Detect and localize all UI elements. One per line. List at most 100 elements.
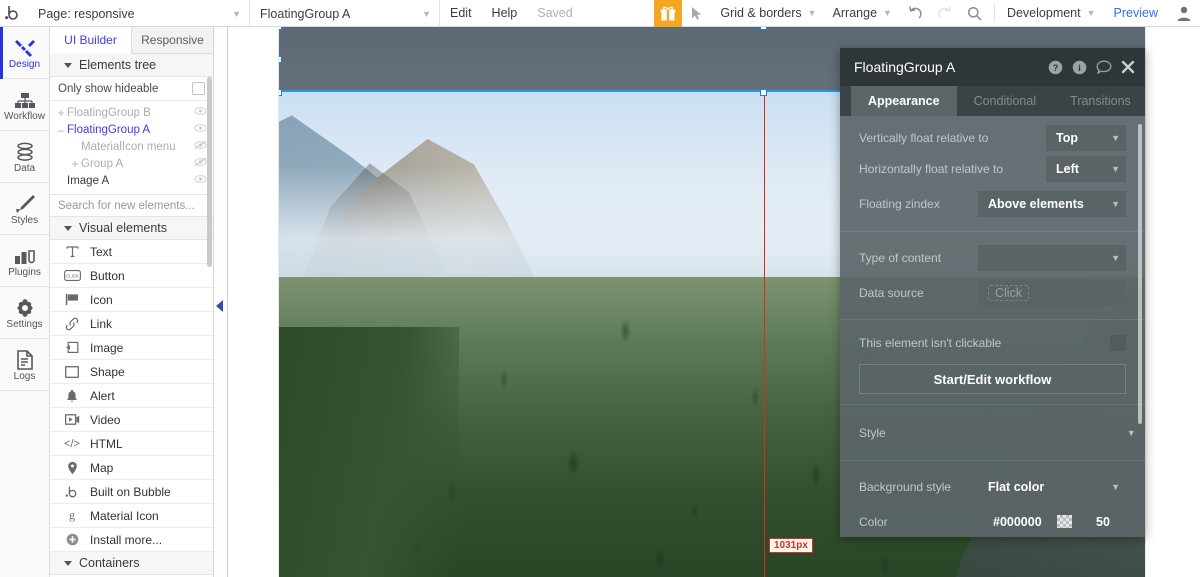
divider [840, 319, 1145, 320]
color-hex-input[interactable]: #000000 [983, 508, 1051, 535]
field-label: Color [859, 514, 888, 529]
close-icon[interactable] [1121, 60, 1135, 74]
field-not-clickable: This element isn't clickable [840, 325, 1145, 360]
search-new-elements-input[interactable]: Search for new elements... [50, 194, 213, 217]
style-dropdown[interactable]: ▼ [919, 419, 1142, 446]
visual-elements-header[interactable]: Visual elements [50, 217, 213, 240]
color-swatch-button[interactable] [1051, 508, 1077, 535]
resize-handle-top-left[interactable] [279, 27, 282, 30]
element-item-button[interactable]: CLICK Button [50, 264, 213, 288]
tab-appearance[interactable]: Appearance [851, 86, 957, 116]
sidebar-item-plugins[interactable]: Plugins [0, 235, 49, 287]
field-control: Left ▼ [1046, 155, 1126, 182]
expand-icon[interactable]: + [69, 158, 81, 170]
start-edit-workflow-button[interactable]: Start/Edit workflow [859, 364, 1126, 394]
tab-responsive[interactable]: Responsive [132, 27, 213, 53]
sidebar-item-workflow[interactable]: Workflow [0, 79, 49, 131]
element-item-label: Alert [90, 388, 115, 403]
element-item-html[interactable]: </> HTML [50, 432, 213, 456]
element-item-shape[interactable]: Shape [50, 360, 213, 384]
tree-node-group-a[interactable]: + Group A [50, 155, 213, 172]
resize-handle-top-right[interactable] [760, 27, 767, 30]
element-item-install-more[interactable]: Install more... [50, 528, 213, 552]
panel-scrollbar[interactable] [207, 77, 212, 267]
tab-ui-builder[interactable]: UI Builder [50, 27, 132, 54]
expand-icon[interactable]: + [55, 107, 67, 119]
vertical-float-dropdown[interactable]: Top ▼ [1046, 124, 1126, 151]
comment-icon[interactable] [1096, 60, 1112, 74]
tree-node-materialicon-menu[interactable]: MaterialIcon menu [50, 138, 213, 155]
info-circle-icon[interactable]: i [1072, 60, 1087, 75]
resize-handle-middle-left[interactable] [279, 56, 282, 63]
element-item-text[interactable]: Text [50, 240, 213, 264]
not-clickable-checkbox[interactable] [1110, 334, 1126, 351]
main-nav-rail: Design Workflow Data Styles Plugins Sett… [0, 26, 50, 577]
canvas-left-gutter [228, 27, 279, 577]
elements-tree-header[interactable]: Elements tree [50, 54, 213, 77]
property-editor-header-icons: ? i [1048, 60, 1135, 75]
page-select[interactable]: Page: responsive ▼ [28, 0, 250, 27]
element-item-map[interactable]: Map [50, 456, 213, 480]
collapse-icon[interactable]: – [55, 124, 67, 136]
property-editor[interactable]: FloatingGroup A ? i Appearance Condition… [840, 48, 1145, 537]
preview-button[interactable]: Preview [1104, 0, 1168, 26]
property-editor-title: FloatingGroup A [854, 59, 956, 75]
sidebar-item-logs[interactable]: Logs [0, 339, 49, 391]
element-item-image[interactable]: Image [50, 336, 213, 360]
save-status: Saved [537, 6, 573, 20]
help-circle-icon[interactable]: ? [1048, 60, 1063, 75]
element-item-built-on-bubble[interactable]: Built on Bubble [50, 480, 213, 504]
grid-borders-menu[interactable]: Grid & borders ▼ [712, 0, 824, 26]
field-horizontal-float: Horizontally float relative to Left ▼ [840, 151, 1145, 186]
sidebar-item-styles[interactable]: Styles [0, 183, 49, 235]
pointer-icon[interactable] [682, 0, 712, 26]
background-style-dropdown[interactable]: Flat color ▼ [978, 473, 1126, 500]
element-item-icon[interactable]: Icon [50, 288, 213, 312]
element-item-link[interactable]: Link [50, 312, 213, 336]
sidebar-item-data[interactable]: Data [0, 131, 49, 183]
eye-icon[interactable] [194, 106, 207, 119]
edit-menu[interactable]: Edit [440, 0, 482, 26]
field-style: Style ▼ [840, 415, 1145, 450]
collapse-left-arrow-icon[interactable] [216, 300, 223, 312]
only-show-hideable-checkbox[interactable] [192, 82, 205, 95]
sidebar-item-settings[interactable]: Settings [0, 287, 49, 339]
user-avatar-icon[interactable] [1168, 0, 1200, 26]
tree-node-floatinggroup-b[interactable]: + FloatingGroup B [50, 104, 213, 121]
tree-node-image-a[interactable]: Image A [50, 172, 213, 189]
undo-icon[interactable] [900, 0, 930, 26]
version-menu[interactable]: Development ▼ [999, 0, 1104, 26]
property-editor-header[interactable]: FloatingGroup A ? i [840, 48, 1145, 86]
horizontal-float-dropdown[interactable]: Left ▼ [1046, 155, 1126, 182]
property-editor-scrollbar[interactable] [1138, 124, 1142, 424]
styles-icon [14, 192, 36, 214]
bubble-logo-icon[interactable] [0, 0, 28, 26]
color-opacity-input[interactable]: 50 [1080, 508, 1126, 535]
element-item-alert[interactable]: Alert [50, 384, 213, 408]
resize-handle-bottom-left[interactable] [279, 89, 282, 96]
element-item-material-icon[interactable]: g Material Icon [50, 504, 213, 528]
field-label: Vertically float relative to [859, 130, 989, 145]
eye-icon[interactable] [194, 123, 207, 136]
search-icon[interactable] [960, 0, 990, 26]
tree-node-floatinggroup-a[interactable]: – FloatingGroup A [50, 121, 213, 138]
element-select[interactable]: FloatingGroup A ▼ [250, 0, 440, 27]
help-menu[interactable]: Help [482, 0, 528, 26]
containers-header[interactable]: Containers [50, 552, 213, 575]
gift-icon[interactable] [654, 0, 683, 27]
eye-slash-icon[interactable] [194, 140, 207, 153]
element-item-video[interactable]: Video [50, 408, 213, 432]
data-source-input[interactable]: Click [978, 279, 1126, 306]
transparency-checker [1056, 515, 1072, 528]
resize-handle-bottom-right[interactable] [760, 89, 767, 96]
sidebar-item-design[interactable]: Design [0, 26, 49, 79]
element-item-label: Install more... [90, 532, 163, 547]
arrange-menu[interactable]: Arrange ▼ [825, 0, 900, 26]
type-of-content-dropdown[interactable]: ▼ [978, 244, 1126, 271]
floating-zindex-dropdown[interactable]: Above elements ▼ [978, 190, 1126, 217]
eye-slash-icon[interactable] [194, 157, 207, 170]
grid-borders-label: Grid & borders [720, 6, 802, 20]
tab-conditional[interactable]: Conditional [957, 86, 1054, 116]
tab-transitions[interactable]: Transitions [1053, 86, 1148, 116]
eye-icon[interactable] [194, 174, 207, 187]
